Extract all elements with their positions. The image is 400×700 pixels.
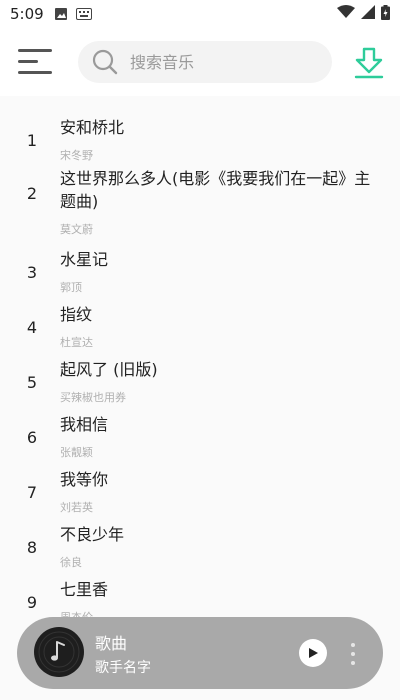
song-number: 3 bbox=[26, 263, 38, 282]
status-time: 5:09 bbox=[10, 5, 44, 23]
more-button[interactable] bbox=[347, 641, 359, 667]
song-number: 2 bbox=[26, 184, 38, 203]
song-number: 6 bbox=[26, 428, 38, 447]
battery-icon bbox=[381, 4, 390, 24]
song-title: 七里香 bbox=[60, 580, 109, 599]
song-title: 水星记 bbox=[60, 250, 109, 269]
song-artist: 买辣椒也用券 bbox=[60, 391, 126, 404]
song-number: 4 bbox=[26, 318, 38, 337]
song-artist: 莫文蔚 bbox=[60, 223, 93, 236]
menu-button[interactable] bbox=[16, 46, 54, 78]
song-number: 8 bbox=[26, 538, 38, 557]
song-item[interactable]: 1 安和桥北 宋冬野 bbox=[0, 96, 400, 162]
player-artist-name: 歌手名字 bbox=[95, 660, 151, 676]
song-item[interactable]: 8 不良少年 徐良 bbox=[0, 520, 400, 575]
search-icon bbox=[92, 49, 118, 75]
song-artist: 张靓颖 bbox=[60, 446, 93, 459]
search-input[interactable] bbox=[128, 51, 312, 73]
song-title: 起风了 (旧版) bbox=[60, 360, 158, 379]
song-item[interactable]: 7 我等你 刘若英 bbox=[0, 465, 400, 520]
search-bar[interactable] bbox=[78, 41, 332, 83]
wifi-icon bbox=[337, 5, 355, 23]
song-title: 指纹 bbox=[60, 305, 93, 324]
signal-icon bbox=[361, 5, 375, 23]
song-item[interactable]: 3 水星记 郭顶 bbox=[0, 245, 400, 300]
song-artist: 杜宣达 bbox=[60, 336, 93, 349]
song-list: 1 安和桥北 宋冬野 2 这世界那么多人(电影《我要我们在一起》主题曲) 莫文蔚… bbox=[0, 96, 400, 700]
keyboard-icon bbox=[75, 8, 92, 20]
menu-icon bbox=[18, 49, 52, 74]
player-song-title: 歌曲 bbox=[95, 634, 128, 653]
song-item[interactable]: 5 起风了 (旧版) 买辣椒也用券 bbox=[0, 355, 400, 410]
song-item[interactable]: 6 我相信 张靓颖 bbox=[0, 410, 400, 465]
song-number: 5 bbox=[26, 373, 38, 392]
mini-player[interactable]: 歌曲 歌手名字 bbox=[17, 617, 383, 689]
status-bar: 5:09 bbox=[0, 0, 400, 28]
song-artist: 徐良 bbox=[60, 556, 82, 569]
song-item[interactable]: 4 指纹 杜宣达 bbox=[0, 300, 400, 355]
song-item[interactable]: 2 这世界那么多人(电影《我要我们在一起》主题曲) 莫文蔚 bbox=[0, 149, 400, 245]
app-bar bbox=[0, 28, 400, 96]
song-title: 我等你 bbox=[60, 470, 109, 489]
song-artist: 刘若英 bbox=[60, 501, 93, 514]
more-vertical-icon bbox=[351, 643, 355, 665]
song-artist: 郭顶 bbox=[60, 281, 82, 294]
download-icon bbox=[354, 47, 384, 79]
download-button[interactable] bbox=[352, 46, 386, 80]
song-number: 7 bbox=[26, 483, 38, 502]
song-number: 9 bbox=[26, 593, 38, 612]
song-number: 1 bbox=[26, 131, 38, 150]
song-title: 不良少年 bbox=[60, 525, 125, 544]
song-title: 这世界那么多人(电影《我要我们在一起》主题曲) bbox=[60, 169, 371, 211]
song-title: 我相信 bbox=[60, 415, 109, 434]
song-title: 安和桥北 bbox=[60, 118, 125, 137]
album-disc-icon bbox=[34, 627, 84, 677]
play-button[interactable] bbox=[299, 639, 327, 667]
image-icon bbox=[54, 7, 68, 21]
play-icon bbox=[309, 648, 318, 658]
